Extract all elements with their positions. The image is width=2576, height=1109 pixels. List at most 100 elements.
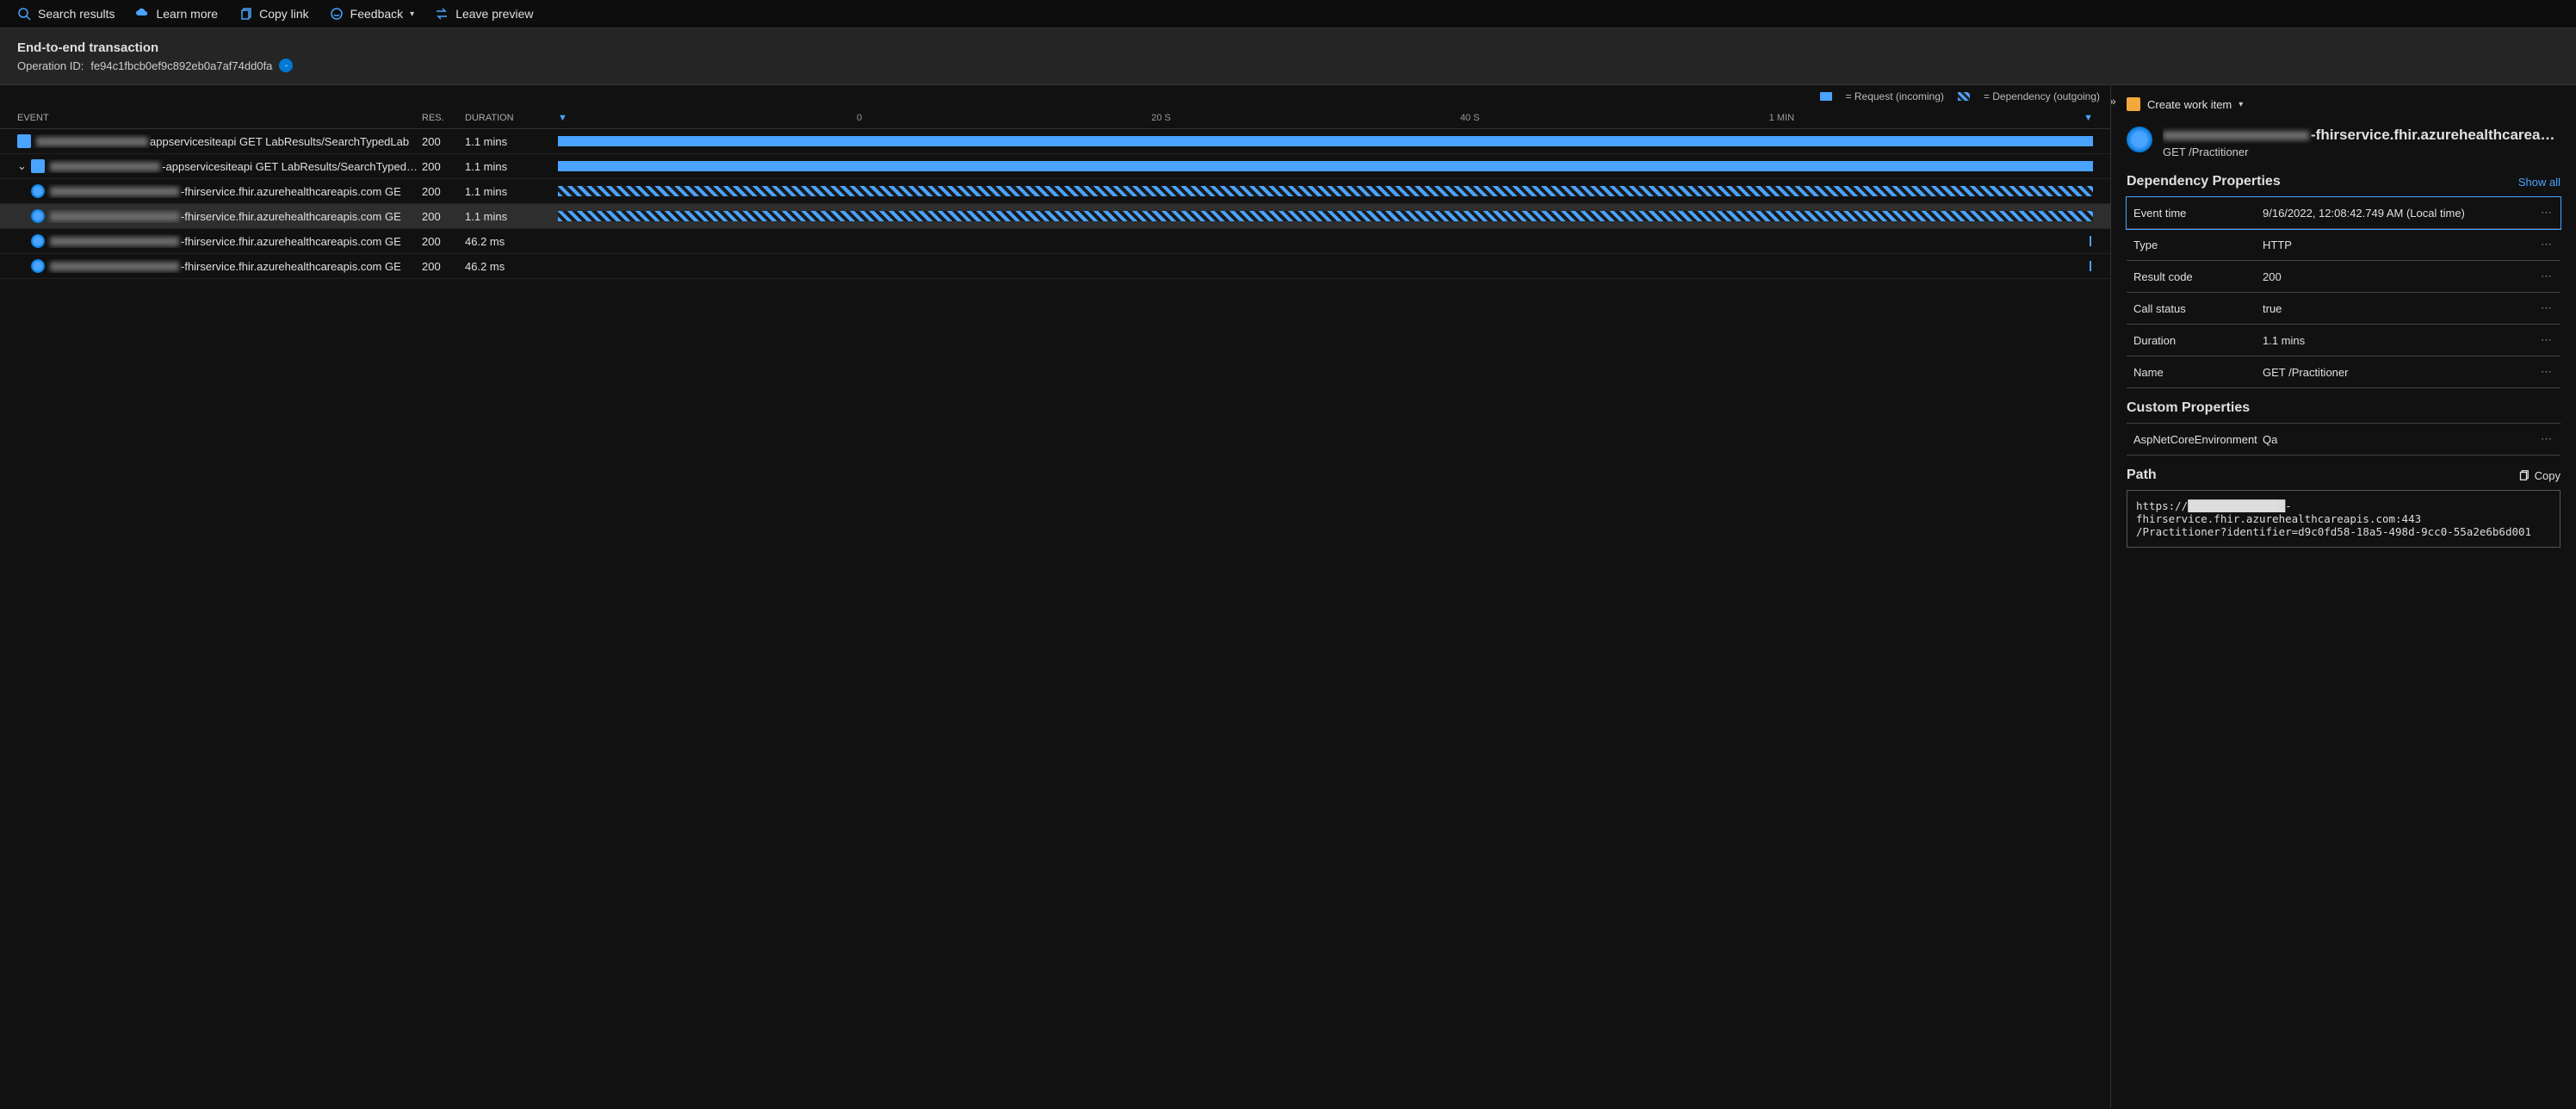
- property-row: NameGET /Practitioner⋯: [2127, 356, 2561, 388]
- event-duration: 46.2 ms: [465, 235, 551, 248]
- event-row[interactable]: -fhirservice.fhir.azurehealthcareapis.co…: [0, 254, 2110, 279]
- leave-preview-label: Leave preview: [455, 7, 533, 21]
- property-row: Call statustrue⋯: [2127, 293, 2561, 325]
- property-actions-button[interactable]: ⋯: [2541, 270, 2554, 283]
- legend-request-swatch: [1820, 92, 1832, 101]
- insights-badge-icon[interactable]: ◦: [279, 59, 293, 72]
- path-value[interactable]: https://███████████████- fhirservice.fhi…: [2127, 490, 2561, 548]
- property-value: 9/16/2022, 12:08:42.749 AM (Local time): [2263, 207, 2541, 220]
- leave-preview-button[interactable]: Leave preview: [435, 7, 533, 21]
- event-duration: 1.1 mins: [465, 135, 551, 148]
- property-actions-button[interactable]: ⋯: [2541, 333, 2554, 347]
- col-res: Res.: [422, 113, 465, 123]
- copy-path-button[interactable]: Copy: [2517, 469, 2561, 482]
- property-value: 200: [2263, 270, 2541, 283]
- legend-request-label: = Request (incoming): [1846, 90, 1944, 102]
- property-key: Call status: [2133, 302, 2263, 315]
- timeline-axis: ▼ 0 20 S 40 S 1 MIN ▼: [551, 113, 2100, 123]
- detail-header: -fhirservice.fhir.azurehealthcareapi... …: [2127, 127, 2561, 158]
- timeline-bar: [558, 211, 2093, 221]
- property-row: Event time9/16/2022, 12:08:42.749 AM (Lo…: [2127, 197, 2561, 229]
- event-row[interactable]: -fhirservice.fhir.azurehealthcareapis.co…: [0, 179, 2110, 204]
- event-row[interactable]: -fhirservice.fhir.azurehealthcareapis.co…: [0, 229, 2110, 254]
- event-name: -fhirservice.fhir.azurehealthcareapis.co…: [181, 185, 401, 198]
- copy-icon: [238, 7, 252, 21]
- property-actions-button[interactable]: ⋯: [2541, 365, 2554, 379]
- col-duration: Duration: [465, 113, 551, 123]
- redacted-text: [2163, 131, 2309, 140]
- event-row[interactable]: ⌄ -appservicesiteapi GET LabResults/Searc…: [0, 154, 2110, 179]
- legend-dependency-label: = Dependency (outgoing): [1984, 90, 2100, 102]
- copy-link-label: Copy link: [259, 7, 309, 21]
- dependency-properties-title: Dependency Properties: [2127, 174, 2281, 189]
- event-row[interactable]: -fhirservice.fhir.azurehealthcareapis.co…: [0, 204, 2110, 229]
- request-icon: [17, 134, 31, 148]
- property-value: 1.1 mins: [2263, 334, 2541, 347]
- property-value: HTTP: [2263, 239, 2541, 251]
- learn-more-button[interactable]: Learn more: [135, 7, 218, 21]
- chevron-down-icon: ▾: [2239, 100, 2243, 109]
- work-item-icon: [2127, 97, 2140, 111]
- custom-properties-table: AspNetCoreEnvironmentQa⋯: [2127, 423, 2561, 455]
- create-work-item-label: Create work item: [2147, 98, 2232, 111]
- search-results-button[interactable]: Search results: [17, 7, 115, 21]
- event-res: 200: [422, 235, 465, 248]
- property-row: Duration1.1 mins⋯: [2127, 325, 2561, 356]
- legend-dependency-swatch: [1958, 92, 1970, 101]
- details-panel: » Create work item ▾ -fhirservice.fhir.a…: [2111, 85, 2576, 1108]
- tick-1: 20 S: [1151, 113, 1171, 123]
- filter-left-icon[interactable]: ▼: [558, 113, 567, 123]
- chevron-down-icon: ▾: [410, 9, 414, 19]
- property-actions-button[interactable]: ⋯: [2541, 238, 2554, 251]
- toolbar: Search results Learn more Copy link Feed…: [0, 0, 2576, 28]
- property-value: true: [2263, 302, 2541, 315]
- feedback-button[interactable]: Feedback ▾: [330, 7, 415, 21]
- show-all-link[interactable]: Show all: [2518, 176, 2561, 189]
- property-actions-button[interactable]: ⋯: [2541, 432, 2554, 446]
- property-key: Event time: [2133, 207, 2263, 220]
- property-actions-button[interactable]: ⋯: [2541, 301, 2554, 315]
- collapse-panel-button[interactable]: »: [2111, 94, 2116, 108]
- search-icon: [17, 7, 31, 21]
- property-actions-button[interactable]: ⋯: [2541, 206, 2554, 220]
- redacted-text: [50, 162, 160, 171]
- property-row: AspNetCoreEnvironmentQa⋯: [2127, 424, 2561, 455]
- swap-icon: [435, 7, 449, 21]
- event-rows: appservicesiteapi GET LabResults/SearchT…: [0, 129, 2110, 279]
- event-name: appservicesiteapi GET LabResults/SearchT…: [150, 135, 409, 148]
- property-value: GET /Practitioner: [2263, 366, 2541, 379]
- redacted-text: [50, 262, 179, 271]
- request-icon: [31, 159, 45, 173]
- learn-more-label: Learn more: [156, 7, 218, 21]
- expander-icon[interactable]: ⌄: [17, 159, 29, 173]
- event-res: 200: [422, 210, 465, 223]
- event-res: 200: [422, 135, 465, 148]
- event-name: -fhirservice.fhir.azurehealthcareapis.co…: [181, 235, 401, 248]
- filter-right-icon[interactable]: ▼: [2084, 113, 2093, 123]
- redacted-text: [50, 237, 179, 246]
- custom-properties-header: Custom Properties: [2127, 400, 2561, 416]
- dependency-properties-table: Event time9/16/2022, 12:08:42.749 AM (Lo…: [2127, 196, 2561, 388]
- feedback-label: Feedback: [350, 7, 403, 21]
- timeline-bar: [2090, 236, 2091, 246]
- dependency-properties-header: Dependency Properties Show all: [2127, 174, 2561, 189]
- legend: = Request (incoming) = Dependency (outgo…: [0, 85, 2110, 108]
- detail-title: -fhirservice.fhir.azurehealthcareapi...: [2163, 127, 2561, 144]
- event-duration: 1.1 mins: [465, 210, 551, 223]
- event-name: -appservicesiteapi GET LabResults/Search…: [162, 160, 422, 173]
- property-key: Result code: [2133, 270, 2263, 283]
- event-duration: 1.1 mins: [465, 185, 551, 198]
- redacted-text: [50, 212, 179, 221]
- event-row[interactable]: appservicesiteapi GET LabResults/SearchT…: [0, 129, 2110, 154]
- event-duration: 46.2 ms: [465, 260, 551, 273]
- page-header: End-to-end transaction Operation ID: fe9…: [0, 28, 2576, 85]
- page-title: End-to-end transaction: [17, 40, 2559, 55]
- event-name: -fhirservice.fhir.azurehealthcareapis.co…: [181, 260, 401, 273]
- globe-icon: [31, 259, 45, 273]
- operation-id-row: Operation ID: fe94c1fbcb0ef9c892eb0a7af7…: [17, 59, 2559, 72]
- timeline-bar: [558, 186, 2093, 196]
- copy-link-button[interactable]: Copy link: [238, 7, 309, 21]
- create-work-item-button[interactable]: Create work item ▾: [2127, 97, 2561, 111]
- globe-icon: [31, 209, 45, 223]
- property-value: Qa: [2263, 433, 2541, 446]
